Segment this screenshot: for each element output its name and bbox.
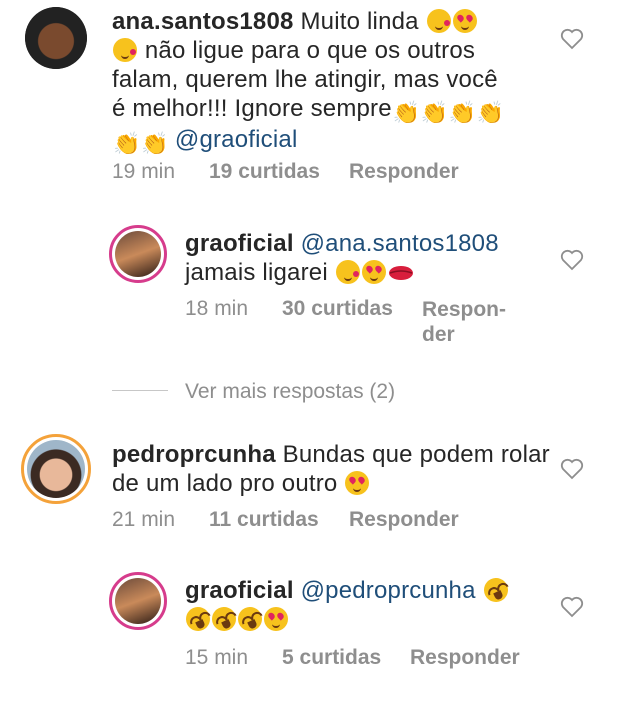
avatar[interactable] bbox=[21, 434, 91, 504]
comment-time: 21 min bbox=[112, 508, 176, 531]
avatar[interactable] bbox=[25, 7, 87, 69]
comment-time: 15 min bbox=[185, 646, 249, 669]
view-more-divider bbox=[112, 390, 168, 391]
comment-text: graoficial @pedroprcunha bbox=[182, 574, 525, 635]
heart-eyes-emoji bbox=[264, 607, 288, 631]
mention-link[interactable]: @pedroprcunha bbox=[301, 577, 476, 604]
clapping-hands-emoji: 👏 bbox=[392, 100, 421, 125]
comment-text: graoficial @ana.santos1808 jamais ligare… bbox=[185, 230, 499, 286]
comment-username[interactable]: graoficial bbox=[185, 230, 294, 257]
heart-outline-icon[interactable] bbox=[560, 596, 584, 618]
heart-eyes-emoji bbox=[345, 471, 370, 495]
view-more-replies-button[interactable]: Ver mais respostas (2) bbox=[185, 380, 395, 404]
rolling-laughing-emoji bbox=[479, 574, 512, 606]
lips-emoji bbox=[388, 260, 414, 284]
avatar[interactable] bbox=[109, 225, 167, 283]
likes-count[interactable]: 5 curtidas bbox=[282, 646, 410, 670]
reply-button[interactable]: Responder bbox=[349, 160, 459, 184]
kissing-face-emoji bbox=[335, 260, 360, 284]
clapping-hands-emoji: 👏 bbox=[476, 100, 505, 125]
rolling-laughing-emoji bbox=[182, 603, 214, 635]
comment-username[interactable]: pedroprcunha bbox=[112, 441, 276, 468]
mention-link[interactable]: @graoficial bbox=[175, 126, 298, 153]
avatar[interactable] bbox=[109, 572, 167, 630]
kissing-face-emoji bbox=[113, 38, 137, 62]
comment-username[interactable]: ana.santos1808 bbox=[112, 8, 294, 35]
likes-count[interactable]: 19 curtidas bbox=[209, 160, 349, 184]
heart-eyes-emoji bbox=[452, 9, 477, 33]
clapping-hands-emoji: 👏 bbox=[448, 100, 477, 125]
rolling-laughing-emoji bbox=[234, 603, 266, 635]
kissing-face-emoji bbox=[426, 9, 451, 33]
likes-count[interactable]: 30 curtidas bbox=[282, 297, 422, 347]
comment-text: pedroprcunha Bundas que podem rolar de u… bbox=[112, 441, 550, 497]
comment-time: 19 min bbox=[112, 160, 176, 183]
heart-outline-icon[interactable] bbox=[560, 28, 584, 50]
clapping-hands-emoji: 👏 bbox=[113, 131, 141, 156]
heart-eyes-emoji bbox=[361, 260, 386, 284]
reply-button[interactable]: Respon- der bbox=[422, 297, 506, 347]
comment-meta: 18 min 30 curtidas Respon- der bbox=[185, 297, 506, 347]
heart-outline-icon[interactable] bbox=[560, 249, 584, 271]
clapping-hands-emoji: 👏 bbox=[420, 100, 449, 125]
rolling-laughing-emoji bbox=[208, 603, 240, 635]
comment-meta: 15 min 5 curtidas Responder bbox=[185, 646, 520, 670]
comment-username[interactable]: graoficial bbox=[185, 577, 294, 604]
comment-time: 18 min bbox=[185, 297, 249, 320]
likes-count[interactable]: 11 curtidas bbox=[209, 508, 349, 532]
clapping-hands-emoji: 👏 bbox=[141, 131, 169, 156]
comment-meta: 19 min 19 curtidas Responder bbox=[112, 160, 459, 184]
comment-meta: 21 min 11 curtidas Responder bbox=[112, 508, 459, 532]
reply-button[interactable]: Responder bbox=[410, 646, 520, 670]
mention-link[interactable]: @ana.santos1808 bbox=[301, 230, 499, 257]
comment-text: ana.santos1808 Muito linda não ligue par… bbox=[112, 8, 505, 156]
heart-outline-icon[interactable] bbox=[560, 458, 584, 480]
reply-button[interactable]: Responder bbox=[349, 508, 459, 532]
